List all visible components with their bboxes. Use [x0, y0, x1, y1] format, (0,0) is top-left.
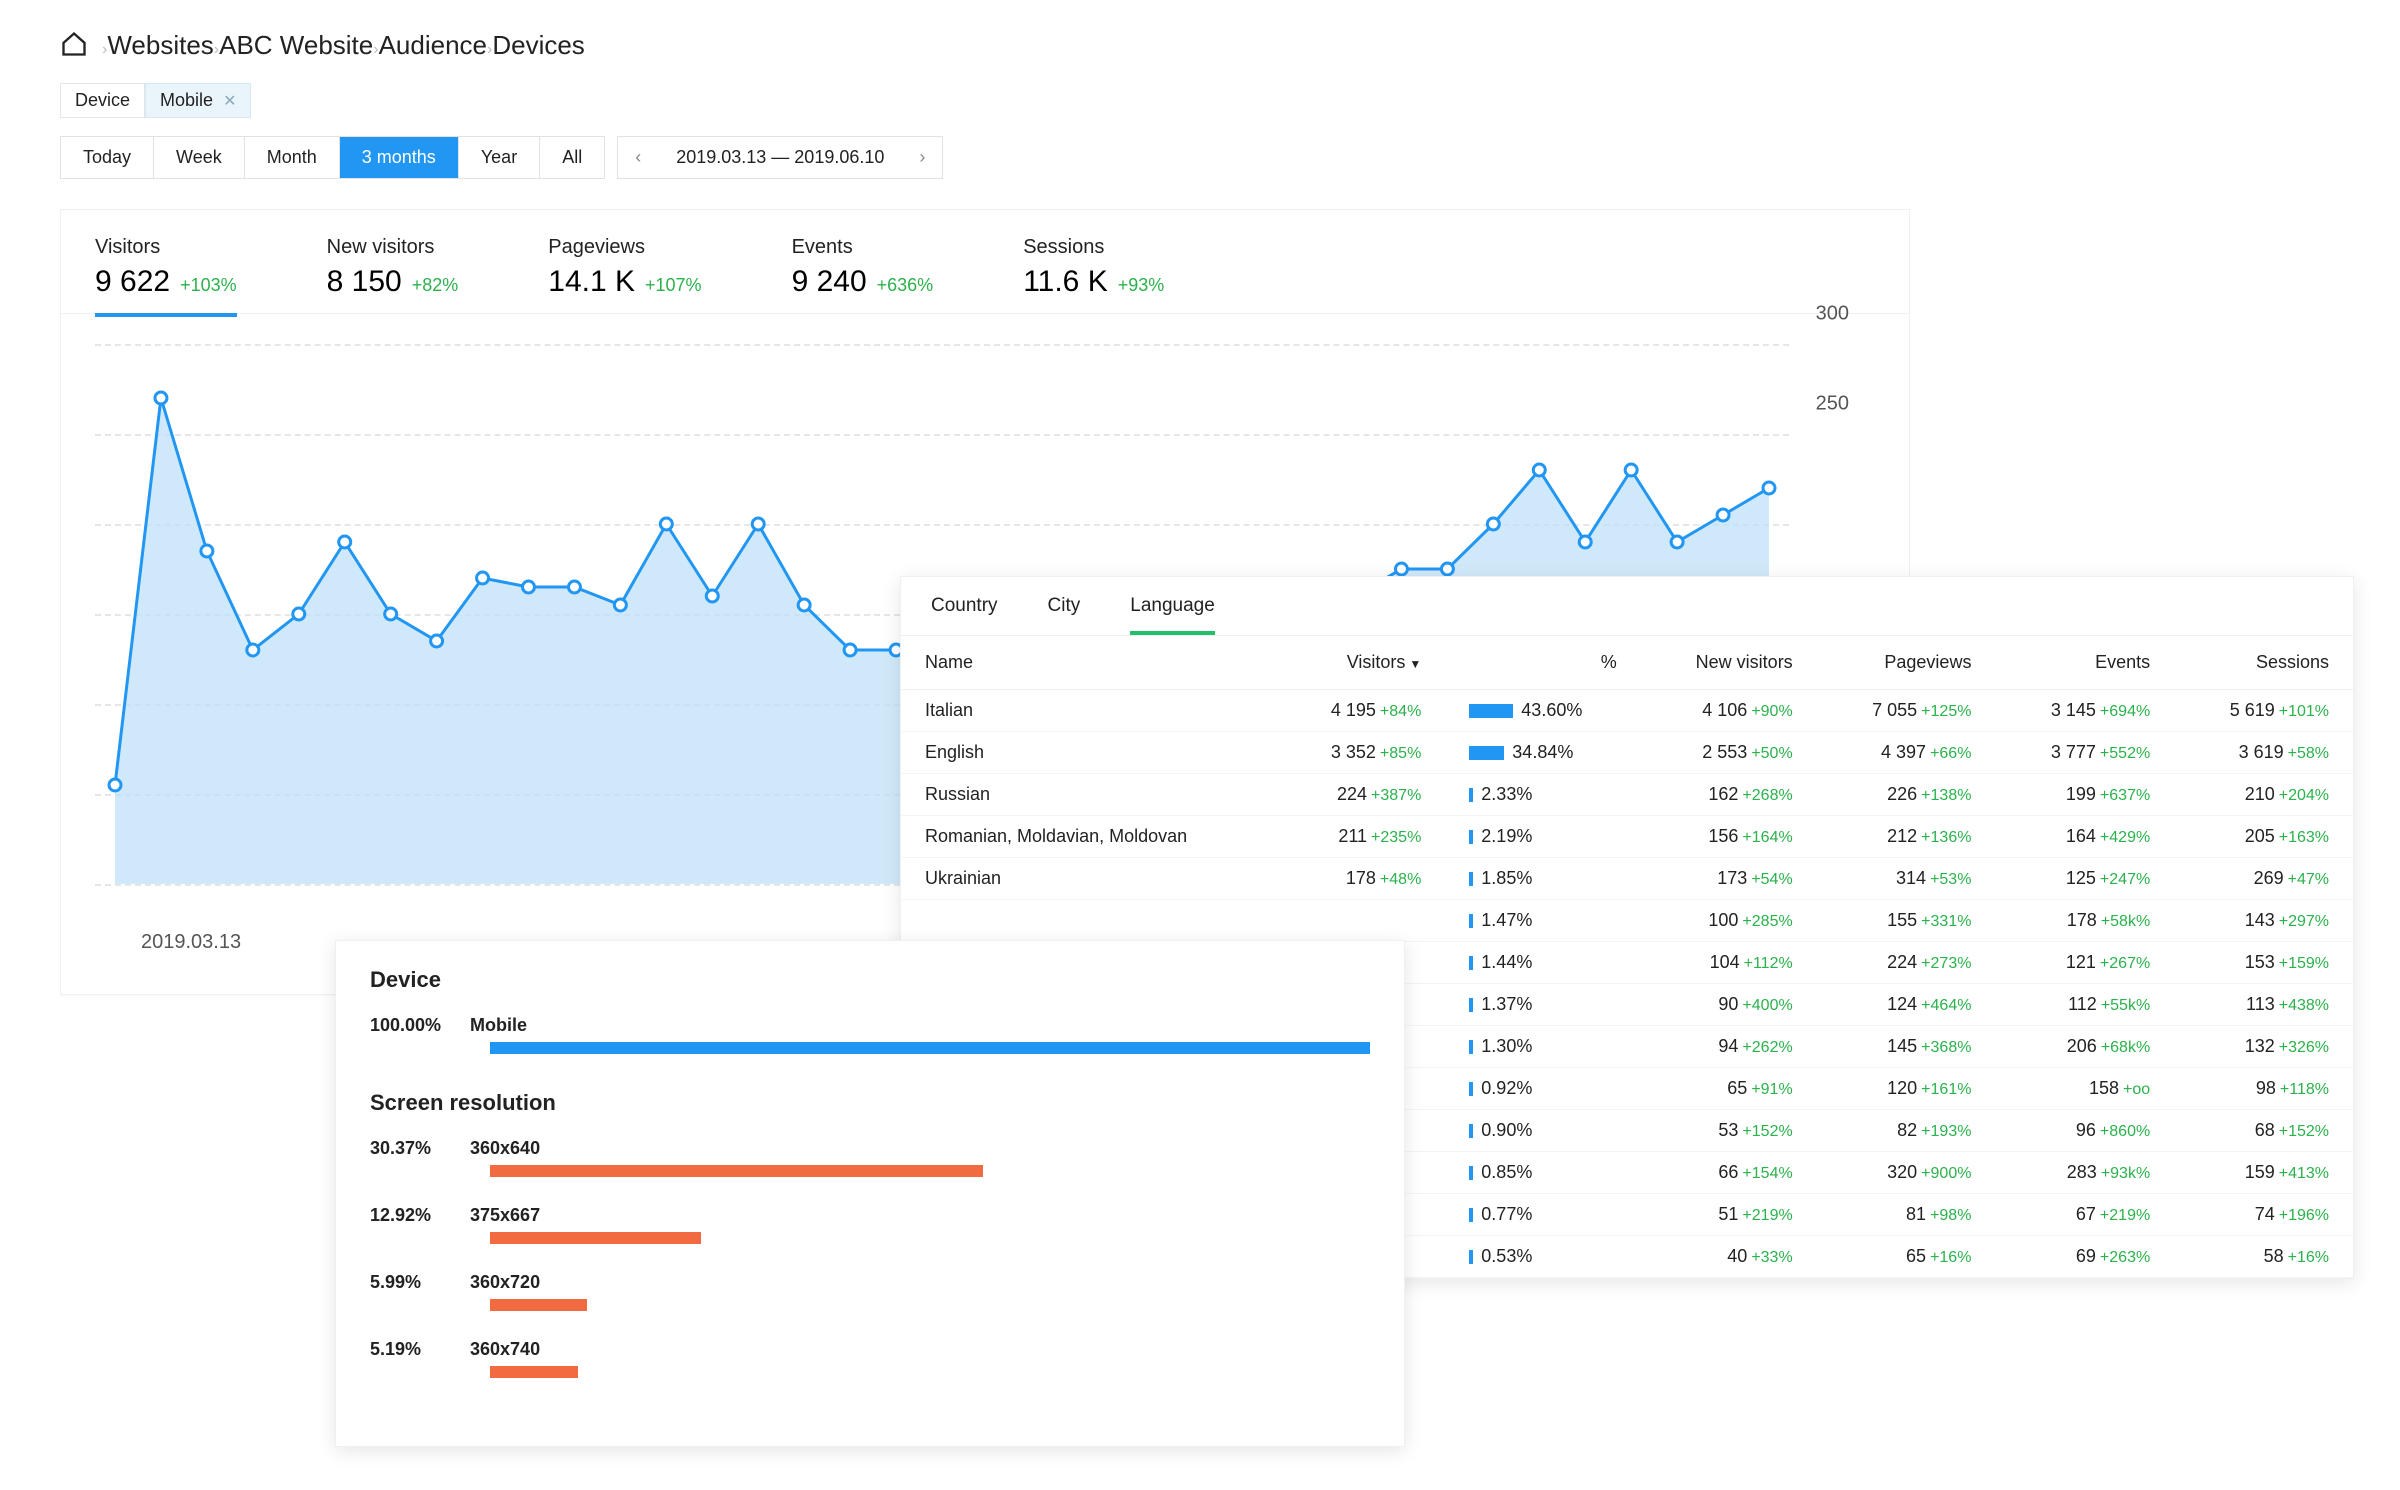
bar-fill — [490, 1366, 578, 1378]
range-option[interactable]: All — [540, 137, 604, 178]
filter-key[interactable]: Device — [60, 83, 145, 118]
kpi-value: 8 150 — [327, 265, 402, 299]
chart-y-tick: 300 — [1816, 303, 1849, 326]
bar-row: 100.00% Mobile — [370, 1015, 1370, 1054]
chart-x-start-label: 2019.03.13 — [141, 931, 241, 954]
bar-row: 12.92% 375x667 — [370, 1205, 1370, 1244]
filter-key-label: Device — [75, 90, 130, 111]
bar-fill — [490, 1165, 983, 1177]
kpi-label: New visitors — [327, 236, 459, 259]
table-header[interactable]: Pageviews — [1817, 636, 1996, 690]
lang-name: Italian — [925, 700, 973, 720]
kpi-delta: +103% — [180, 275, 237, 295]
bar-row: 30.37% 360x640 — [370, 1138, 1370, 1177]
bar-pct: 100.00% — [370, 1015, 450, 1036]
table-row[interactable]: Italian4 195+84%43.60%4 106+90%7 055+125… — [901, 690, 2353, 732]
bar-pct: 30.37% — [370, 1138, 450, 1159]
kpi-delta: +93% — [1118, 275, 1165, 295]
table-row[interactable]: Romanian, Moldavian, Moldovan211+235%2.1… — [901, 816, 2353, 858]
kpi-row: Visitors 9 622 +103% New visitors 8 150 +82% P… — [61, 210, 1909, 314]
kpi-value: 9 240 — [792, 265, 867, 299]
bar-track — [490, 1232, 1370, 1244]
bar-label: 360x640 — [470, 1138, 600, 1159]
range-option[interactable]: Week — [154, 137, 245, 178]
kpi[interactable]: Sessions 11.6 K +93% — [1023, 236, 1164, 299]
bar-label: 360x740 — [470, 1339, 600, 1360]
table-row[interactable]: Ukrainian178+48%1.85%173+54%314+53%125+2… — [901, 858, 2353, 900]
close-icon[interactable]: ✕ — [223, 91, 236, 111]
tab[interactable]: Country — [931, 595, 998, 635]
kpi-delta: +636% — [877, 275, 934, 295]
kpi-label: Pageviews — [548, 236, 701, 259]
bar-fill — [490, 1232, 701, 1244]
chevron-right-icon[interactable]: › — [902, 147, 942, 168]
bar-label: 375x667 — [470, 1205, 600, 1226]
kpi-value: 14.1 K — [548, 265, 635, 299]
breadcrumb: ›Websites›ABC Website›Audience›Devices — [60, 30, 2340, 61]
table-row[interactable]: 1.47%100+285%155+331%178+58k%143+297% — [901, 900, 2353, 942]
kpi-label: Visitors — [95, 236, 237, 259]
bar-pct: 12.92% — [370, 1205, 450, 1226]
bar-fill — [490, 1299, 587, 1311]
breadcrumb-item[interactable]: ABC Website — [219, 30, 373, 60]
kpi[interactable]: Pageviews 14.1 K +107% — [548, 236, 701, 299]
bar-label: Mobile — [470, 1015, 600, 1036]
bar-track — [490, 1042, 1370, 1054]
bar-pct: 5.19% — [370, 1339, 450, 1360]
range-option[interactable]: Month — [245, 137, 340, 178]
lang-name: Ukrainian — [925, 868, 1001, 888]
table-header[interactable]: Name — [901, 636, 1277, 690]
bar-fill — [490, 1042, 1370, 1054]
tab[interactable]: City — [1048, 595, 1081, 635]
table-header[interactable]: New visitors — [1641, 636, 1817, 690]
range-row: TodayWeekMonth3 monthsYearAll ‹ 2019.03.… — [60, 136, 2340, 179]
kpi-delta: +107% — [645, 275, 702, 295]
chart-y-tick: 250 — [1816, 393, 1849, 416]
lang-name: Romanian, Moldavian, Moldovan — [925, 826, 1187, 846]
filter-row: Device Mobile ✕ — [60, 83, 2340, 118]
filter-value-label: Mobile — [160, 90, 213, 111]
table-header[interactable]: Visitors▼ — [1277, 636, 1445, 690]
kpi-value: 11.6 K — [1023, 265, 1108, 299]
kpi-label: Sessions — [1023, 236, 1164, 259]
date-range-value: 2019.03.13 — 2019.06.10 — [658, 137, 902, 178]
lang-name: Russian — [925, 784, 990, 804]
resolution-title: Screen resolution — [370, 1090, 1370, 1116]
range-option[interactable]: Today — [61, 137, 154, 178]
lang-name: English — [925, 742, 984, 762]
sort-desc-icon: ▼ — [1409, 657, 1421, 671]
kpi-label: Events — [792, 236, 934, 259]
bar-row: 5.19% 360x740 — [370, 1339, 1370, 1378]
kpi[interactable]: New visitors 8 150 +82% — [327, 236, 459, 299]
range-option[interactable]: 3 months — [340, 137, 459, 178]
date-range-picker[interactable]: ‹ 2019.03.13 — 2019.06.10 › — [617, 136, 943, 179]
kpi-delta: +82% — [412, 275, 459, 295]
geo-tabs: Country City Language — [901, 577, 2353, 636]
kpi[interactable]: Visitors 9 622 +103% — [95, 236, 237, 317]
breadcrumb-item[interactable]: Websites — [107, 30, 213, 60]
range-segmented: TodayWeekMonth3 monthsYearAll — [60, 136, 605, 179]
bar-row: 5.99% 360x720 — [370, 1272, 1370, 1311]
table-row[interactable]: Russian224+387%2.33%162+268%226+138%199+… — [901, 774, 2353, 816]
bar-track — [490, 1366, 1370, 1378]
kpi-value: 9 622 — [95, 265, 170, 299]
range-option[interactable]: Year — [459, 137, 540, 178]
table-header[interactable]: Sessions — [2174, 636, 2353, 690]
breadcrumb-item[interactable]: Audience — [379, 30, 487, 60]
filter-value[interactable]: Mobile ✕ — [145, 83, 251, 118]
bar-track — [490, 1299, 1370, 1311]
table-header[interactable]: Events — [1995, 636, 2174, 690]
tab[interactable]: Language — [1130, 595, 1215, 635]
device-card: Device 100.00% Mobile Screen resolution 3… — [335, 940, 1405, 1447]
home-icon[interactable] — [60, 30, 88, 61]
bar-pct: 5.99% — [370, 1272, 450, 1293]
chevron-left-icon[interactable]: ‹ — [618, 147, 658, 168]
bar-track — [490, 1165, 1370, 1177]
breadcrumb-item[interactable]: Devices — [492, 30, 584, 60]
device-title: Device — [370, 967, 1370, 993]
kpi[interactable]: Events 9 240 +636% — [792, 236, 934, 299]
table-row[interactable]: English3 352+85%34.84%2 553+50%4 397+66%… — [901, 732, 2353, 774]
table-header[interactable]: % — [1445, 636, 1640, 690]
bar-label: 360x720 — [470, 1272, 600, 1293]
